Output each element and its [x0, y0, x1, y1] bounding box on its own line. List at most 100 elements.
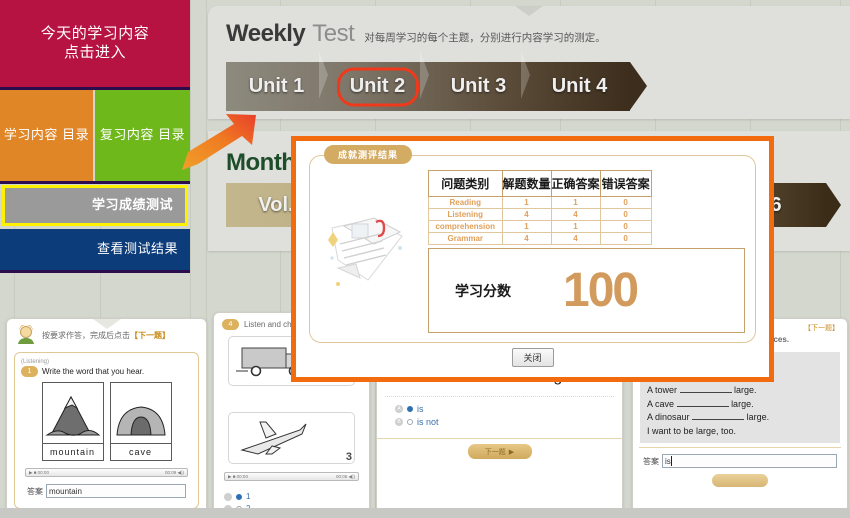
panel3-next-label: 下一题 — [484, 448, 506, 456]
modal-title-tab: 成就测评结果 — [324, 145, 413, 164]
col-category: 问题类别 — [428, 170, 503, 197]
play-arrow-icon: ▶ — [508, 448, 515, 456]
panel2-badge: 4 — [222, 319, 239, 330]
panel1-badge: 1 — [21, 366, 38, 377]
option-card-cave[interactable]: cave — [109, 382, 172, 461]
today-line1: 今天的学习内容 — [40, 25, 150, 43]
score-label: 学习分数 — [455, 282, 511, 299]
panel1-body: (Listening) 1 Write the word that you he… — [14, 352, 199, 509]
sidebar-divider-3 — [0, 270, 190, 273]
teacher-avatar-icon — [18, 325, 34, 344]
panel4-line-6: I want to be large, too. — [647, 425, 737, 436]
audio2-time-right: 00:06 ◀)) — [336, 473, 355, 479]
cell-category: Listening — [428, 208, 503, 221]
review-line1: 复习内容 — [99, 127, 154, 143]
airplane-icon — [240, 421, 307, 455]
sidebar-item-study-catalog[interactable]: 学习内容 目录 — [0, 90, 93, 181]
cave-icon — [111, 383, 171, 443]
col-correct: 正确答案 — [550, 170, 601, 197]
sidebar-divider-2 — [0, 181, 190, 184]
choice-circle-icon — [224, 492, 232, 501]
panel3-choice-a-label: is — [417, 404, 424, 414]
question-panel-listening-write: 按要求作答，完成后点击【下一题】 (Listening) 1 Write the… — [6, 318, 207, 514]
picture-option-airplane[interactable]: 3 — [228, 412, 355, 464]
panel2-choice-1[interactable]: 1 — [224, 492, 359, 501]
sidebar: 今天的学习内容 点击进入 学习内容 目录 复习内容 目录 学习成绩测试 查看测试… — [0, 0, 190, 300]
audio-player-1[interactable]: ▶ ■ 00:00 00:09 ◀)) — [25, 468, 188, 477]
panel4-line-3: A tower large. — [647, 385, 757, 395]
sidebar-item-score-test[interactable]: 学习成绩测试 — [2, 185, 188, 226]
cell-category: Grammar — [428, 232, 503, 245]
audio1-time-left: ▶ ■ 00:00 — [29, 469, 49, 475]
cell-category: Reading — [428, 196, 503, 209]
bottom-strip — [0, 508, 850, 518]
audio-player-2[interactable]: ▶ ■ 00:00 00:06 ◀)) — [224, 472, 359, 481]
unit-tab-1[interactable]: Unit 1 — [226, 75, 327, 98]
panel3-next-button[interactable]: 下一题 ▶ — [467, 444, 532, 459]
col-wrong: 错误答案 — [599, 170, 652, 197]
panel3-choice-a[interactable]: A is — [395, 404, 612, 414]
panel4-divider — [639, 447, 841, 448]
panel4-answer-label: 答案 — [643, 456, 659, 466]
panel1-answer-row: 答案 mountain — [21, 482, 192, 502]
cell-solved: 4 — [501, 232, 552, 245]
panel3-choice-b-label: is not — [417, 417, 439, 427]
unit-tab-2[interactable]: Unit 2 — [319, 51, 428, 99]
radio-selected-icon[interactable] — [236, 493, 242, 500]
panel3-choice-list: A is B is not — [377, 397, 622, 434]
panel4-next-button[interactable] — [712, 474, 768, 487]
result-modal: 成就测评结果 问题类别 解题数量 正确答案 错误答案 Reading 1 1 0… — [291, 136, 774, 382]
panel1-image-row: mountain cave — [21, 382, 192, 461]
panel4-line-4: A cave large. — [647, 398, 754, 409]
cell-category: comprehension — [428, 220, 503, 233]
app-root: 今天的学习内容 点击进入 学习内容 目录 复习内容 目录 学习成绩测试 查看测试… — [0, 0, 850, 518]
cell-correct: 4 — [550, 232, 601, 245]
panel4-answer-row: 答案 is — [633, 450, 847, 472]
cell-wrong: 0 — [599, 196, 652, 209]
modal-content-frame: 成就测评结果 问题类别 解题数量 正确答案 错误答案 Reading 1 1 0… — [309, 145, 756, 343]
choice-tag-b-icon: B — [395, 418, 403, 426]
panel-notch-top-icon — [515, 6, 543, 16]
panel1-answer-label: 答案 — [27, 486, 43, 496]
sidebar-item-view-result[interactable]: 查看测试结果 — [0, 229, 190, 270]
pointer-arrow-icon — [182, 114, 256, 170]
notepad-icon — [328, 217, 403, 286]
mountain-icon — [43, 383, 103, 443]
close-button[interactable]: 关闭 — [511, 348, 554, 367]
col-solved: 解题数量 — [501, 170, 552, 197]
weekly-title-bold: Weekly — [226, 20, 306, 47]
table-header-row: 问题类别 解题数量 正确答案 错误答案 — [428, 170, 652, 197]
cell-solved: 1 — [501, 220, 552, 233]
cell-solved: 4 — [501, 208, 552, 221]
result-table: 问题类别 解题数量 正确答案 错误答案 Reading 1 1 0 Listen… — [428, 170, 652, 245]
sidebar-item-today[interactable]: 今天的学习内容 点击进入 — [0, 0, 190, 88]
score-box: 学习分数 100 — [428, 248, 745, 333]
study-line2: 目录 — [62, 127, 90, 143]
option-card-mountain[interactable]: mountain — [41, 382, 104, 461]
panel4-line-5: A dinosaur large. — [647, 412, 770, 422]
panel1-notch-icon — [92, 319, 121, 329]
table-row: Listening 4 4 0 — [428, 208, 652, 221]
unit-tab-bar: Unit 1 Unit 2 Unit 3 Unit 4 — [226, 51, 647, 111]
panel1-tag: (Listening) — [21, 359, 50, 365]
panel1-prompt: Write the word that you hear. — [42, 367, 145, 376]
table-row: Grammar 4 4 0 — [428, 232, 652, 245]
card-caption-cave: cave — [110, 443, 171, 460]
panel1-instruction: 按要求作答，完成后点击【下一题】 — [42, 330, 170, 340]
cell-correct: 1 — [550, 220, 601, 233]
today-line2: 点击进入 — [63, 44, 126, 61]
cell-wrong: 0 — [599, 232, 652, 245]
cell-correct: 4 — [550, 208, 601, 221]
cell-solved: 1 — [501, 196, 552, 209]
radio-selected-icon[interactable] — [407, 406, 413, 412]
radio-icon[interactable] — [407, 419, 413, 425]
panel1-answer-input[interactable]: mountain — [46, 484, 186, 498]
study-line1: 学习内容 — [3, 127, 58, 143]
sidebar-item-review-catalog[interactable]: 复习内容 目录 — [95, 90, 190, 181]
choice-tag-a-icon: A — [395, 405, 403, 413]
unit-tab-3[interactable]: Unit 3 — [420, 51, 529, 99]
unit-tab-4[interactable]: Unit 4 — [521, 51, 630, 99]
cell-correct: 1 — [550, 196, 601, 209]
panel4-answer-input[interactable]: is — [662, 454, 837, 468]
panel3-choice-b[interactable]: B is not — [395, 417, 612, 427]
